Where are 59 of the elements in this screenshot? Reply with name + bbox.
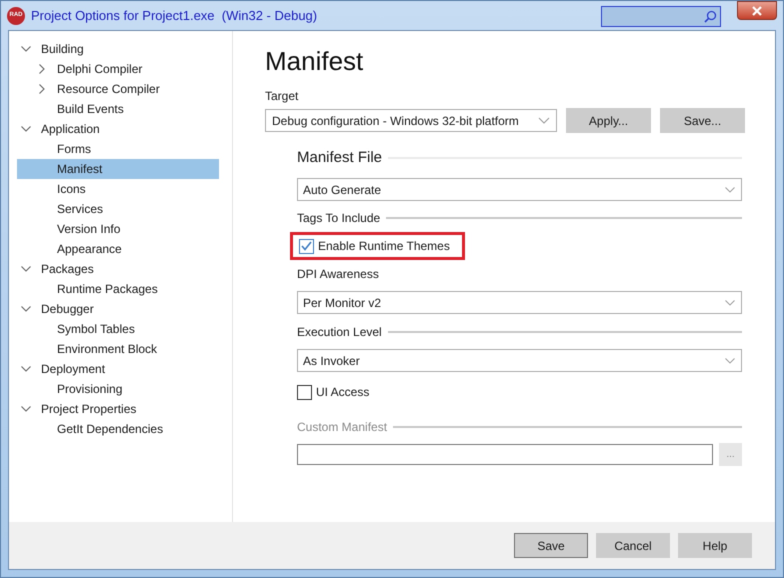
tree-item[interactable]: Provisioning <box>17 379 219 399</box>
chevron-right-icon[interactable] <box>37 64 47 74</box>
tree-item[interactable]: Packages <box>17 259 219 279</box>
chevron-down-icon[interactable] <box>21 264 31 274</box>
tree-item[interactable]: Building <box>17 39 219 59</box>
chevron-down-icon <box>724 356 736 366</box>
tree-item[interactable]: Symbol Tables <box>17 319 219 339</box>
tree-item[interactable]: Application <box>17 119 219 139</box>
search-field[interactable] <box>601 6 721 27</box>
checkmark-icon <box>301 241 312 251</box>
chevron-down-icon[interactable] <box>21 304 31 314</box>
tree-item[interactable]: Environment Block <box>17 339 219 359</box>
tree-item[interactable]: Resource Compiler <box>17 79 219 99</box>
dropdown[interactable]: Per Monitor v2 <box>297 291 742 314</box>
tree-item[interactable]: GetIt Dependencies <box>17 419 219 439</box>
chevron-down-icon[interactable] <box>21 404 31 414</box>
tree-item[interactable]: Version Info <box>17 219 219 239</box>
dialog-button[interactable]: Save... <box>660 108 745 133</box>
window-title: Project Options for Project1.exe (Win32 - Debug) <box>31 6 318 25</box>
tree-item[interactable]: Delphi Compiler <box>17 59 219 79</box>
tree-item[interactable]: Project Properties <box>17 399 219 419</box>
dialog-button[interactable]: Cancel <box>596 533 670 558</box>
dialog-button[interactable]: Help <box>678 533 752 558</box>
checkbox-label[interactable]: UI Access <box>316 383 370 401</box>
target-dropdown[interactable]: Debug configuration - Windows 32-bit platform <box>265 109 557 132</box>
chevron-down-icon <box>538 117 550 124</box>
close-button[interactable] <box>737 1 777 20</box>
section-label: Execution Level <box>297 324 382 341</box>
field-label: DPI Awareness <box>297 266 380 282</box>
close-icon <box>751 6 763 16</box>
tree-item[interactable]: Icons <box>17 179 219 199</box>
input-field[interactable] <box>297 444 713 465</box>
dropdown[interactable]: As Invoker <box>297 349 742 372</box>
dialog-button[interactable]: Save <box>514 533 588 558</box>
checkbox[interactable] <box>299 238 314 254</box>
chevron-down-icon <box>724 184 736 194</box>
tree-item[interactable]: Manifest <box>17 159 219 179</box>
group-title: Manifest File <box>297 148 382 168</box>
dropdown[interactable]: Auto Generate <box>297 178 742 201</box>
chevron-down-icon[interactable] <box>21 124 31 134</box>
tree-item[interactable]: Appearance <box>17 239 219 259</box>
chevron-down-icon <box>724 298 736 308</box>
tree-item[interactable]: Build Events <box>17 99 219 119</box>
page-title: Manifest <box>265 45 364 78</box>
target-label: Target <box>265 88 300 104</box>
tree-item[interactable]: Debugger <box>17 299 219 319</box>
section-label: Custom Manifest <box>297 419 388 436</box>
checkbox[interactable] <box>297 384 312 400</box>
tree-item[interactable]: Runtime Packages <box>17 279 219 299</box>
section-label: Tags To Include <box>297 210 380 227</box>
checkbox-label[interactable]: Enable Runtime Themes <box>318 237 450 255</box>
tree-item[interactable]: Forms <box>17 139 219 159</box>
chevron-down-icon[interactable] <box>21 364 31 374</box>
tree-item[interactable]: Deployment <box>17 359 219 379</box>
chevron-down-icon[interactable] <box>21 44 31 54</box>
chevron-right-icon[interactable] <box>37 84 47 94</box>
dialog-button[interactable]: Apply... <box>566 108 651 133</box>
tree-item[interactable]: Services <box>17 199 219 219</box>
search-icon <box>704 10 717 23</box>
